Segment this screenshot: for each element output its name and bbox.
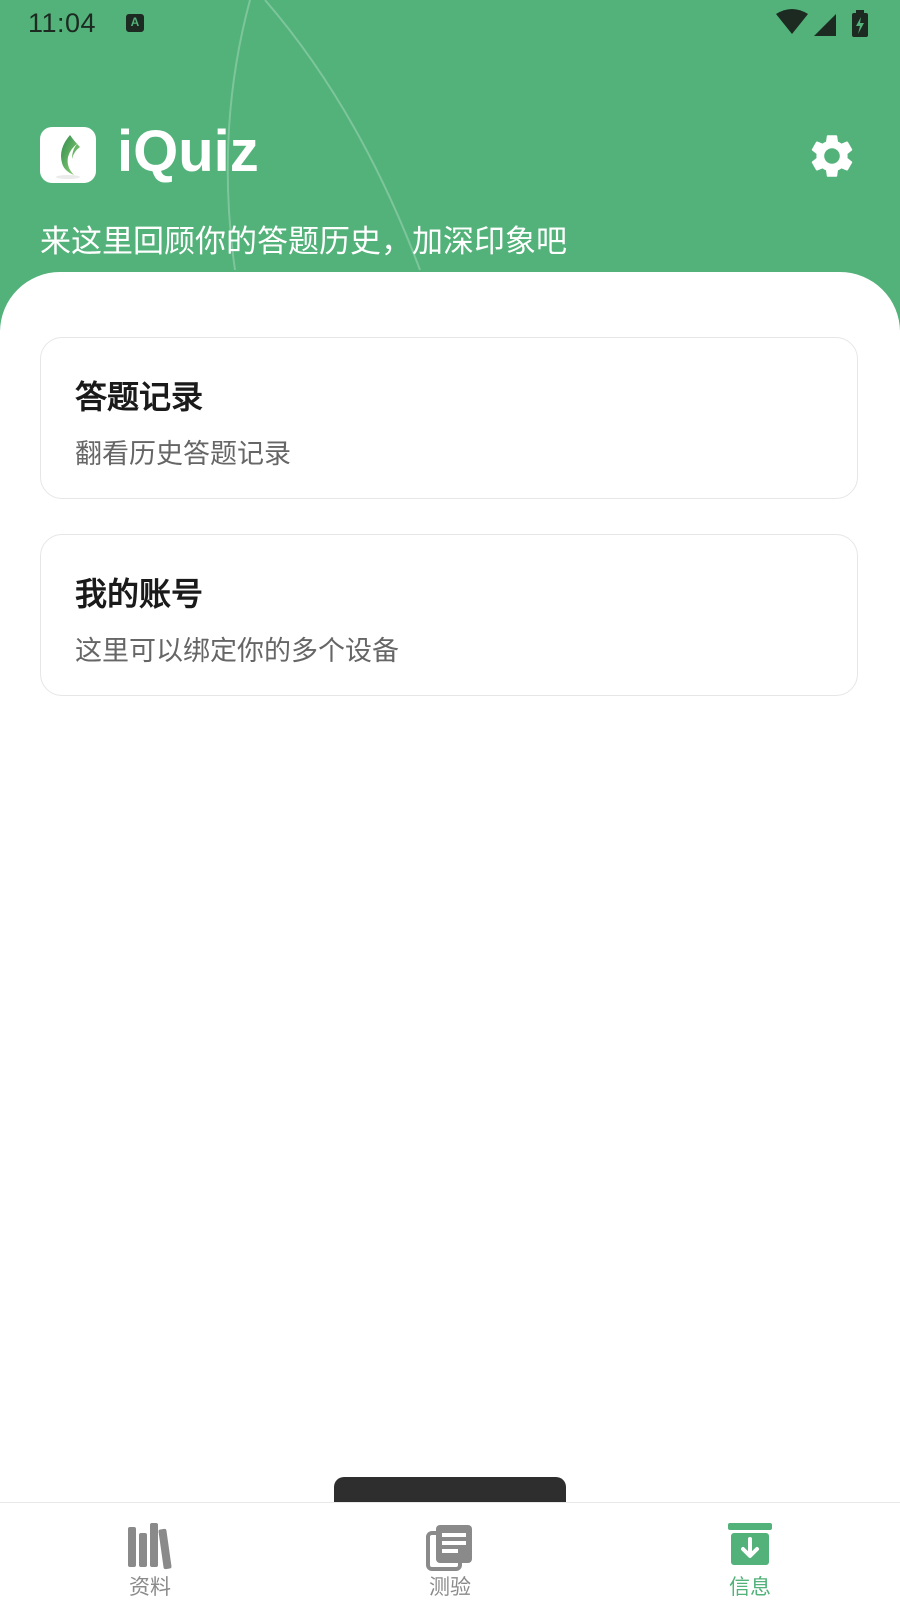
wifi-icon [776,9,808,34]
battery-charging-icon [852,10,868,37]
nav-label: 信息 [729,1575,771,1599]
status-time: 11:04 [28,8,97,38]
library-books-icon [128,1523,172,1570]
status-bar: 11:04 A [0,0,900,50]
gear-icon [811,135,853,177]
card-title: 答题记录 [75,378,204,416]
app-title: iQuiz [117,119,259,184]
nav-label: 资料 [129,1575,171,1599]
card-title: 我的账号 [75,575,204,613]
my-account-card[interactable]: 我的账号 这里可以绑定你的多个设备 [40,534,858,696]
bottom-navigation: 资料 测验 信息 [0,1502,900,1600]
nav-label: 测验 [429,1575,471,1599]
card-description: 这里可以绑定你的多个设备 [75,636,399,667]
nav-item-materials[interactable]: 资料 [50,1503,250,1601]
signal-icon [814,14,836,36]
page-subtitle: 来这里回顾你的答题历史，加深印象吧 [40,224,567,260]
article-stack-icon [426,1525,472,1571]
leaf-logo-icon [40,127,96,183]
a-notification-icon: A [126,14,144,32]
history-records-card[interactable]: 答题记录 翻看历史答题记录 [40,337,858,499]
nav-item-info[interactable]: 信息 [650,1503,850,1601]
nav-item-quiz[interactable]: 测验 [350,1503,550,1601]
archive-download-icon [728,1523,772,1565]
card-description: 翻看历史答题记录 [75,439,291,470]
settings-button[interactable] [804,128,860,184]
status-icons [776,9,868,37]
